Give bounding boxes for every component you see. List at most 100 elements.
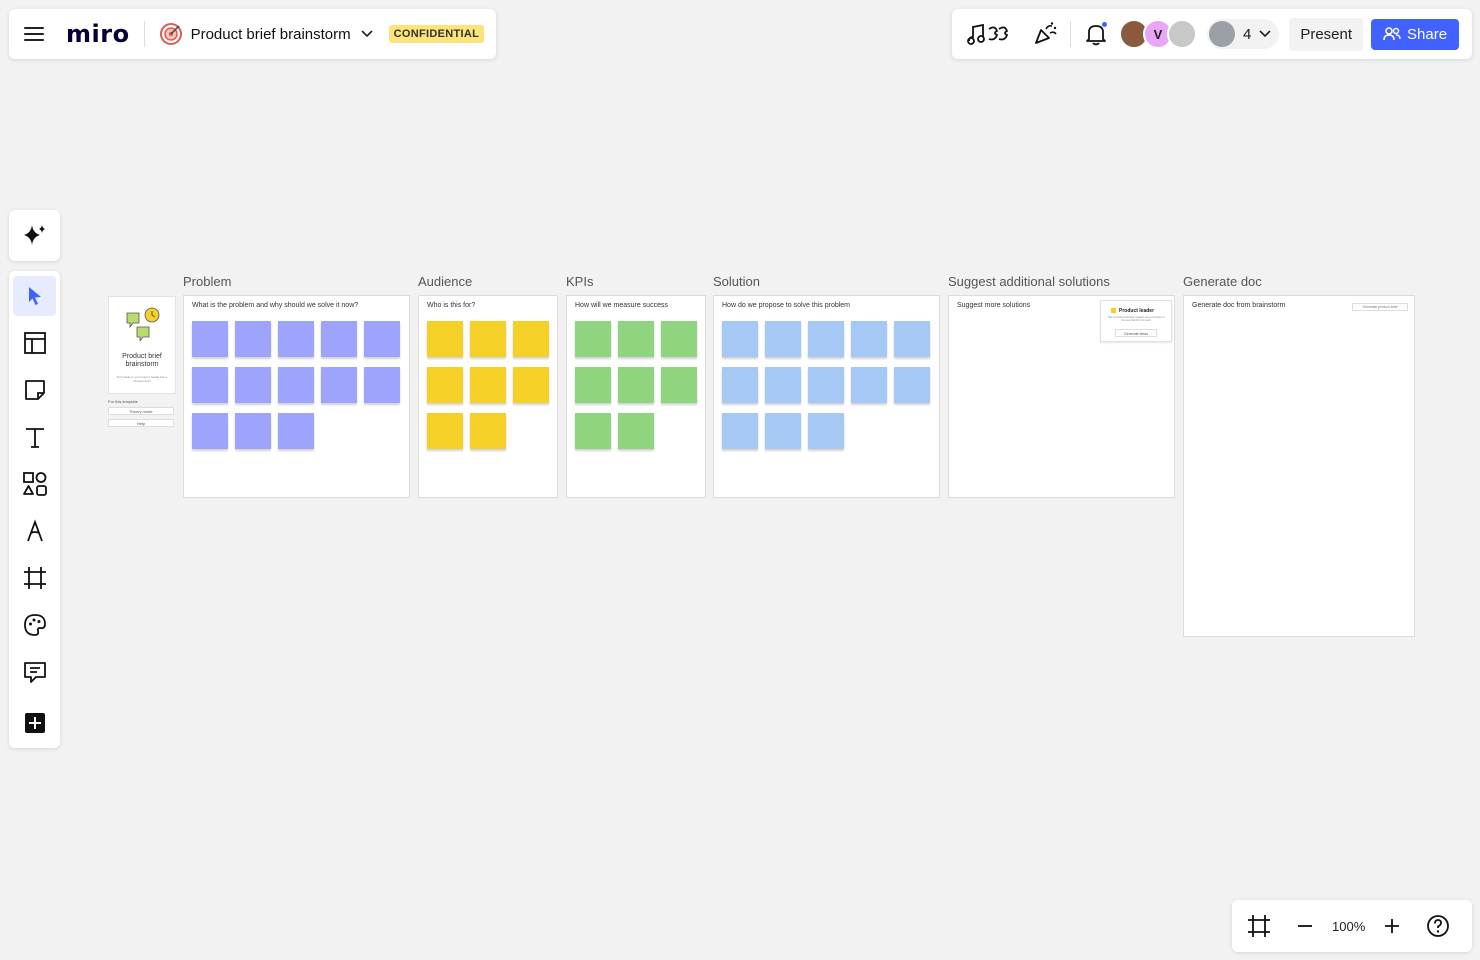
sticky-note[interactable] <box>427 413 463 449</box>
sticky-note[interactable] <box>278 367 314 403</box>
zoom-out-icon[interactable] <box>1292 913 1318 939</box>
sticky-note[interactable] <box>722 413 758 449</box>
templates-tool[interactable] <box>13 323 56 363</box>
zoom-in-icon[interactable] <box>1379 913 1405 939</box>
sticky-note[interactable] <box>192 413 228 449</box>
sticky-note[interactable] <box>192 367 228 403</box>
present-button[interactable]: Present <box>1289 17 1364 51</box>
sticky-note[interactable] <box>722 321 758 357</box>
frame-solution[interactable]: How do we propose to solve this problem <box>713 295 940 498</box>
pen-tool[interactable] <box>13 511 56 551</box>
sticky-note[interactable] <box>192 321 228 357</box>
frame-audience[interactable]: Who is this for? <box>418 295 558 498</box>
notifications-bell-icon[interactable] <box>1083 21 1109 47</box>
sticky-note[interactable] <box>427 321 463 357</box>
sticky-note[interactable] <box>364 367 400 403</box>
chevron-down-icon[interactable] <box>361 30 373 38</box>
sticky-note[interactable] <box>278 321 314 357</box>
sticky-note[interactable] <box>765 367 801 403</box>
more-tools-button[interactable] <box>13 703 56 743</box>
sticky-note[interactable] <box>470 413 506 449</box>
generate-brief-button[interactable]: Generate product brief <box>1352 303 1408 311</box>
comment-tool[interactable] <box>13 652 56 692</box>
zoom-level[interactable]: 100% <box>1332 919 1365 934</box>
frame-question: How do we propose to solve this problem <box>722 302 851 309</box>
thumbnail-button[interactable]: Help <box>108 419 174 427</box>
sticky-note-tool[interactable] <box>13 370 56 410</box>
share-button[interactable]: Share <box>1371 18 1460 50</box>
sticky-note[interactable] <box>513 367 549 403</box>
celebrate-icon[interactable] <box>1032 21 1058 47</box>
sticky-note[interactable] <box>722 367 758 403</box>
frame-label-generate-doc[interactable]: Generate doc <box>1183 274 1262 289</box>
template-thumbnail[interactable]: Product brief brainstorm Turn ideas in y… <box>108 296 176 394</box>
frame-label-audience[interactable]: Audience <box>418 274 472 289</box>
avatar[interactable] <box>1167 19 1197 49</box>
sticky-note[interactable] <box>808 367 844 403</box>
generate-ideas-button[interactable]: Generate ideas <box>1115 329 1157 337</box>
miro-logo[interactable]: miro <box>66 20 130 48</box>
text-icon <box>25 428 44 448</box>
plus-square-icon <box>24 713 45 733</box>
sticky-note[interactable] <box>235 367 271 403</box>
thumbnail-subtitle: Turn ideas in your team's heads into a P… <box>116 375 168 383</box>
sticky-note[interactable] <box>575 367 611 403</box>
frame-tool[interactable] <box>13 558 56 598</box>
frame-question: Suggest more solutions <box>957 302 1031 309</box>
board-title[interactable]: Product brief brainstorm <box>191 26 351 43</box>
frame-label-kpis[interactable]: KPIs <box>566 274 593 289</box>
frame-icon <box>23 567 46 589</box>
frame-question: What is the problem and why should we so… <box>192 302 359 309</box>
frame-label-solution[interactable]: Solution <box>713 274 760 289</box>
sticky-note[interactable] <box>894 321 930 357</box>
ai-sparkle-button[interactable] <box>9 210 60 261</box>
help-icon[interactable] <box>1425 913 1451 939</box>
ai-persona-card[interactable]: Product leader This is product principal… <box>1100 300 1172 342</box>
sticky-note[interactable] <box>575 321 611 357</box>
sticky-note[interactable] <box>765 413 801 449</box>
thumbnail-button[interactable]: Theory mode <box>108 407 174 415</box>
sticky-note[interactable] <box>470 367 506 403</box>
sticky-note[interactable] <box>470 321 506 357</box>
collaborators-dropdown[interactable]: 4 <box>1207 19 1280 49</box>
sticky-note[interactable] <box>851 367 887 403</box>
sticky-note[interactable] <box>808 321 844 357</box>
frame-suggest-solutions[interactable]: Suggest more solutions Product leader Th… <box>948 295 1175 498</box>
sticky-note[interactable] <box>765 321 801 357</box>
board-target-icon[interactable] <box>159 22 183 46</box>
sticky-note[interactable] <box>321 321 357 357</box>
comment-icon <box>23 662 46 683</box>
sticky-note[interactable] <box>618 321 654 357</box>
sticky-note[interactable] <box>851 321 887 357</box>
sticky-note[interactable] <box>661 321 697 357</box>
sticky-note[interactable] <box>278 413 314 449</box>
frame-generate-doc[interactable]: Generate doc from brainstorm Generate pr… <box>1183 295 1415 637</box>
stickers-tool[interactable] <box>13 605 56 645</box>
sticky-note[interactable] <box>894 367 930 403</box>
sticky-note[interactable] <box>513 321 549 357</box>
music-reactions-icon[interactable] <box>964 21 1012 47</box>
sticky-note[interactable] <box>618 367 654 403</box>
frame-question: Who is this for? <box>427 302 476 309</box>
frame-label-suggest[interactable]: Suggest additional solutions <box>948 274 1110 289</box>
confidential-badge[interactable]: CONFIDENTIAL <box>388 25 485 43</box>
fit-frame-icon[interactable] <box>1246 913 1272 939</box>
frame-label-problem[interactable]: Problem <box>183 274 231 289</box>
frame-kpis[interactable]: How will we measure success <box>566 295 706 498</box>
sticky-note[interactable] <box>364 321 400 357</box>
menu-icon[interactable] <box>24 25 46 43</box>
sticky-note[interactable] <box>235 413 271 449</box>
select-tool[interactable] <box>13 276 56 316</box>
frame-problem[interactable]: What is the problem and why should we so… <box>183 295 410 498</box>
sticky-note[interactable] <box>321 367 357 403</box>
sticky-note[interactable] <box>661 367 697 403</box>
shapes-tool[interactable] <box>13 464 56 504</box>
sticky-note[interactable] <box>618 413 654 449</box>
sticky-note[interactable] <box>575 413 611 449</box>
text-tool[interactable] <box>13 417 56 457</box>
sticky-note[interactable] <box>808 413 844 449</box>
sticky-note[interactable] <box>235 321 271 357</box>
sticky-note[interactable] <box>427 367 463 403</box>
collaborator-avatars[interactable]: V <box>1119 19 1197 49</box>
persona-title: Product leader <box>1119 308 1155 314</box>
